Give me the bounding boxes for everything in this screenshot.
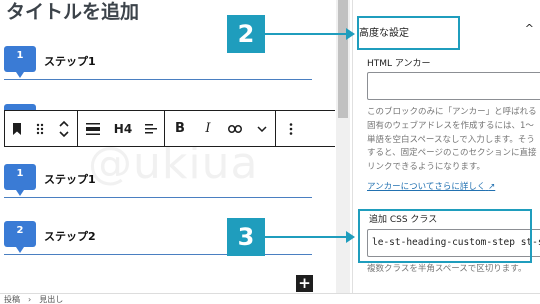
breadcrumb-separator: › [28, 295, 32, 304]
anchor-link-text[interactable]: アンカーについてさらに詳しく [367, 182, 485, 192]
italic-icon[interactable]: I [195, 111, 221, 146]
move-up-down-icon[interactable] [51, 111, 77, 146]
link-icon[interactable] [221, 111, 249, 146]
anchor-help-text: このブロックのみに「アンカー」と呼ばれる 固有のウェブアドレスを作成するには、1… [367, 106, 540, 175]
css-class-help-text: 複数クラスを半角スペースで区切ります。 [367, 264, 527, 274]
callout-arrow-3 [265, 236, 348, 238]
block-editor-canvas[interactable]: @ukiua タイトルを追加 1 ステップ1 H4 B I 1 ステップ1 2 … [0, 0, 335, 293]
step-heading-block[interactable]: 1 ステップ1 [4, 46, 312, 80]
html-anchor-input[interactable] [367, 72, 540, 100]
step-heading-text[interactable]: ステップ2 [44, 228, 96, 244]
post-title[interactable]: タイトルを追加 [6, 0, 139, 24]
callout-arrowhead-2 [346, 28, 355, 40]
breadcrumb: 投稿 › 見出し [0, 293, 540, 304]
step-heading-block[interactable]: 2 ステップ2 [4, 221, 312, 255]
breadcrumb-item[interactable]: 見出し [39, 295, 63, 304]
anchor-learn-more-link[interactable]: アンカーについてさらに詳しく ↗ [367, 180, 495, 192]
drag-handle-icon[interactable] [29, 111, 51, 146]
step-underline [4, 254, 312, 255]
html-anchor-label: HTML アンカー [367, 59, 431, 69]
chevron-down-icon[interactable] [249, 111, 275, 146]
breadcrumb-item[interactable]: 投稿 [4, 295, 20, 304]
align-wide-icon[interactable] [78, 111, 108, 146]
collapse-arrow-icon[interactable]: ^ [525, 22, 534, 35]
callout-highlight-css [358, 209, 532, 263]
help-line: 固有のウェブアドレスを作成するには、1〜 [367, 120, 534, 131]
help-line: すると、固定ページのこのセクションに直接 [367, 148, 537, 159]
help-line: このブロックのみに「アンカー」と呼ばれる [367, 107, 537, 117]
text-align-icon[interactable] [138, 111, 164, 146]
bold-icon[interactable]: B [165, 111, 195, 146]
step-heading-text[interactable]: ステップ1 [44, 171, 96, 187]
scrollbar-thumb[interactable] [338, 0, 348, 118]
callout-arrowhead-3 [346, 231, 355, 243]
add-block-button[interactable]: + [296, 275, 313, 292]
editor-scrollbar[interactable] [336, 0, 350, 293]
step-number-badge: 1 [4, 46, 36, 78]
step-underline [4, 79, 312, 80]
step-heading-block[interactable]: 1 ステップ1 [4, 164, 312, 198]
help-line: 単語を空白スペースなしで入力します。そう [367, 134, 535, 145]
external-link-icon: ↗ [488, 182, 496, 192]
callout-number-2: 2 [227, 15, 265, 53]
block-toolbar: H4 B I [4, 110, 335, 147]
step-underline [4, 197, 312, 198]
help-line: リンクできるようになります。 [367, 162, 485, 173]
callout-arrow-2 [265, 33, 348, 35]
step-heading-text[interactable]: ステップ1 [44, 53, 96, 69]
step-number-badge: 1 [4, 164, 36, 196]
heading-level-button[interactable]: H4 [108, 111, 138, 146]
step-number-badge: 2 [4, 221, 36, 253]
bookmark-icon[interactable] [5, 111, 29, 146]
callout-highlight-advanced [357, 16, 460, 50]
callout-number-3: 3 [227, 218, 265, 256]
more-options-icon[interactable] [276, 111, 306, 146]
